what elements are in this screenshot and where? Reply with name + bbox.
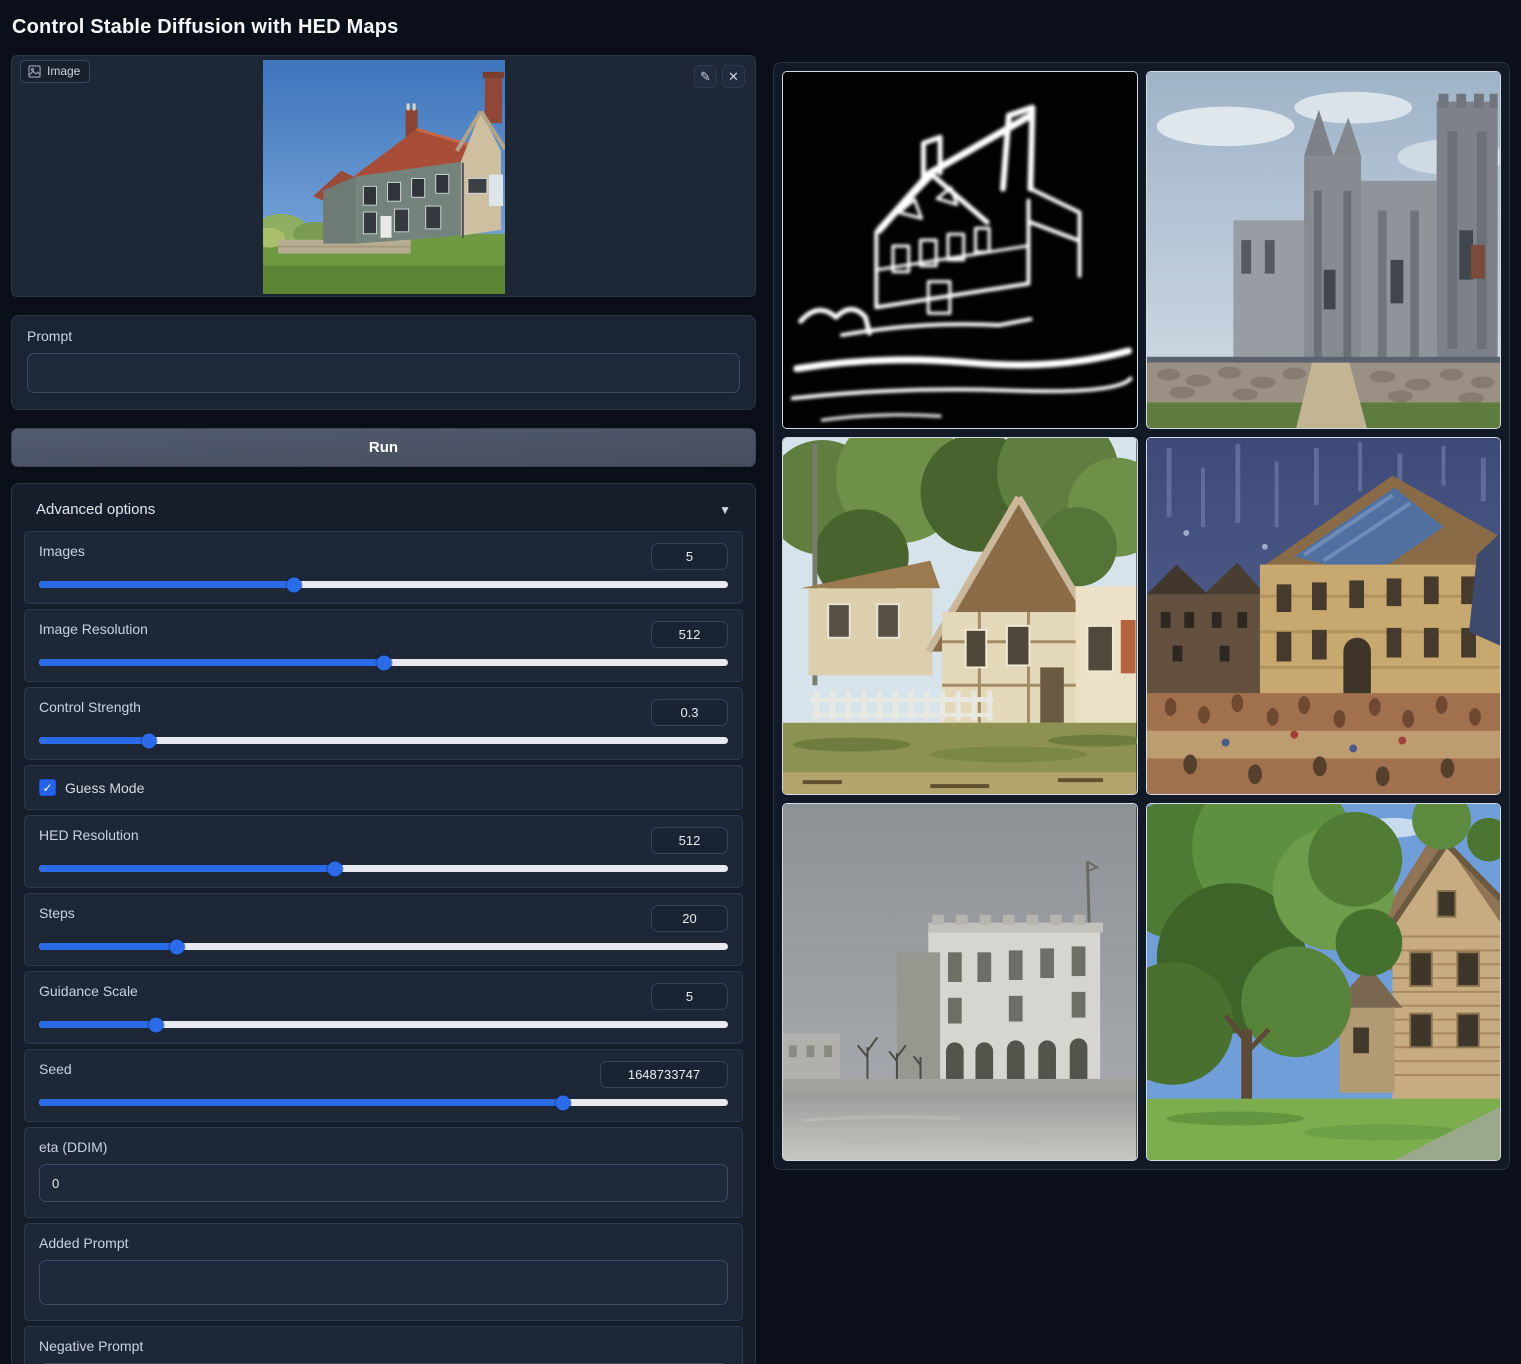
images-slider-block: Images 5 xyxy=(24,531,743,604)
vintage-photo-image xyxy=(783,804,1137,1160)
seed-label: Seed xyxy=(39,1061,72,1077)
image-resolution-slider[interactable] xyxy=(39,659,728,666)
prompt-label: Prompt xyxy=(27,328,740,344)
gallery-item-cottage-painting[interactable] xyxy=(782,437,1138,795)
controls-column: Image ✎ ✕ xyxy=(11,55,756,1364)
added-prompt-label: Added Prompt xyxy=(39,1235,728,1251)
run-button[interactable]: Run xyxy=(11,428,756,467)
hed-resolution-label: HED Resolution xyxy=(39,827,139,843)
advanced-options-title: Advanced options xyxy=(36,501,155,518)
prompt-input[interactable] xyxy=(27,353,740,393)
guidance-scale-slider-block: Guidance Scale 5 xyxy=(24,971,743,1044)
slider-fill xyxy=(39,737,149,744)
result-gallery xyxy=(773,62,1510,1170)
slider-thumb[interactable] xyxy=(142,733,157,748)
eta-input[interactable]: 0 xyxy=(39,1164,728,1202)
advanced-options-header[interactable]: Advanced options ▼ xyxy=(24,496,743,531)
impressionist-image xyxy=(1147,438,1501,794)
app-root: Control Stable Diffusion with HED Maps I… xyxy=(0,0,1521,1364)
steps-label: Steps xyxy=(39,905,75,921)
image-input-label: Image xyxy=(47,64,80,78)
checkmark-icon: ✓ xyxy=(42,781,52,795)
guess-mode-row: ✓ Guess Mode xyxy=(24,765,743,810)
eta-block: eta (DDIM) 0 xyxy=(24,1127,743,1218)
gallery-item-vintage-photo[interactable] xyxy=(782,803,1138,1161)
image-icon xyxy=(28,65,41,78)
hed-resolution-slider[interactable] xyxy=(39,865,728,872)
uploaded-house-photo xyxy=(263,60,505,294)
guess-mode-checkbox[interactable]: ✓ xyxy=(39,779,56,796)
negative-prompt-label: Negative Prompt xyxy=(39,1338,728,1354)
gallery-item-hed-map[interactable] xyxy=(782,71,1138,429)
slider-fill xyxy=(39,1021,156,1028)
image-resolution-value-input[interactable]: 512 xyxy=(651,621,728,648)
clear-image-button[interactable]: ✕ xyxy=(722,65,745,88)
slider-thumb[interactable] xyxy=(376,655,391,670)
slider-fill xyxy=(39,581,294,588)
close-icon: ✕ xyxy=(728,69,739,85)
slider-fill xyxy=(39,659,384,666)
cathedral-image xyxy=(1147,72,1501,428)
eta-label: eta (DDIM) xyxy=(39,1139,728,1155)
gallery-item-impressionist[interactable] xyxy=(1146,437,1502,795)
slider-fill xyxy=(39,1099,563,1106)
page-title: Control Stable Diffusion with HED Maps xyxy=(12,16,1510,39)
images-label: Images xyxy=(39,543,85,559)
gallery-item-stone-house[interactable] xyxy=(1146,803,1502,1161)
added-prompt-input[interactable] xyxy=(39,1260,728,1305)
hed-resolution-value-input[interactable]: 512 xyxy=(651,827,728,854)
uploaded-image-thumbnail[interactable] xyxy=(263,60,505,294)
control-strength-slider-block: Control Strength 0.3 xyxy=(24,687,743,760)
slider-fill xyxy=(39,865,335,872)
negative-prompt-block: Negative Prompt xyxy=(24,1326,743,1364)
guidance-scale-label: Guidance Scale xyxy=(39,983,138,999)
seed-value-input[interactable]: 1648733747 xyxy=(600,1061,728,1088)
image-input-panel[interactable]: Image ✎ ✕ xyxy=(11,55,756,297)
guidance-scale-slider[interactable] xyxy=(39,1021,728,1028)
guess-mode-label: Guess Mode xyxy=(65,780,144,796)
slider-thumb[interactable] xyxy=(169,939,184,954)
steps-slider-block: Steps 20 xyxy=(24,893,743,966)
hed-resolution-slider-block: HED Resolution 512 xyxy=(24,815,743,888)
images-slider[interactable] xyxy=(39,581,728,588)
gallery-item-cathedral[interactable] xyxy=(1146,71,1502,429)
pencil-icon: ✎ xyxy=(700,69,711,85)
added-prompt-block: Added Prompt xyxy=(24,1223,743,1321)
hed-edge-map-image xyxy=(783,72,1137,428)
slider-thumb[interactable] xyxy=(149,1017,164,1032)
prompt-panel: Prompt xyxy=(11,315,756,410)
main-layout: Image ✎ ✕ xyxy=(11,55,1510,1364)
steps-value-input[interactable]: 20 xyxy=(651,905,728,932)
gallery-grid xyxy=(782,71,1501,1161)
advanced-options-panel: Advanced options ▼ Images 5 xyxy=(11,483,756,1364)
control-strength-slider[interactable] xyxy=(39,737,728,744)
seed-slider[interactable] xyxy=(39,1099,728,1106)
edit-image-button[interactable]: ✎ xyxy=(694,65,717,88)
guidance-scale-value-input[interactable]: 5 xyxy=(651,983,728,1010)
steps-slider[interactable] xyxy=(39,943,728,950)
image-actions: ✎ ✕ xyxy=(694,65,745,88)
chevron-down-icon: ▼ xyxy=(719,503,731,517)
slider-thumb[interactable] xyxy=(286,577,301,592)
slider-fill xyxy=(39,943,177,950)
control-strength-value-input[interactable]: 0.3 xyxy=(651,699,728,726)
cottage-painting-image xyxy=(783,438,1137,794)
seed-slider-block: Seed 1648733747 xyxy=(24,1049,743,1122)
image-input-label-badge: Image xyxy=(20,60,90,83)
stone-house-image xyxy=(1147,804,1501,1160)
slider-thumb[interactable] xyxy=(555,1095,570,1110)
control-strength-label: Control Strength xyxy=(39,699,141,715)
images-value-input[interactable]: 5 xyxy=(651,543,728,570)
image-resolution-label: Image Resolution xyxy=(39,621,148,637)
output-column xyxy=(773,62,1510,1170)
image-resolution-slider-block: Image Resolution 512 xyxy=(24,609,743,682)
slider-thumb[interactable] xyxy=(328,861,343,876)
